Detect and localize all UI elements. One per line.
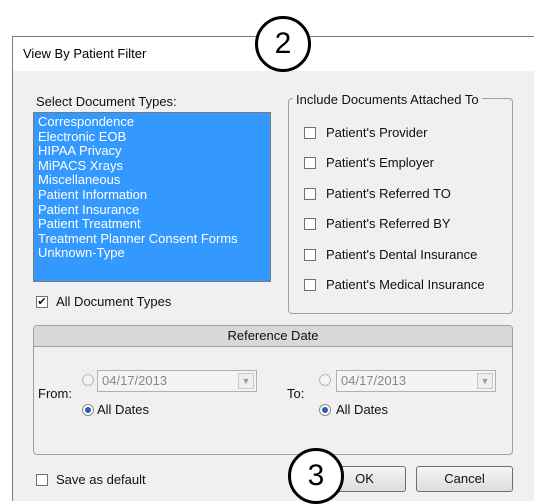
patients-employer-checkbox[interactable] [304, 157, 316, 169]
all-document-types-label: All Document Types [56, 294, 172, 309]
list-item[interactable]: Correspondence [38, 114, 266, 130]
cancel-button[interactable]: Cancel [416, 466, 513, 492]
to-label: To: [287, 386, 305, 401]
patients-referred-to-label: Patient's Referred TO [326, 186, 451, 201]
to-date-combo[interactable]: 04/17/2013 ▼ [336, 370, 496, 392]
doc-types-label: Select Document Types: [36, 94, 177, 109]
patients-referred-to-checkbox[interactable] [304, 188, 316, 200]
patients-referred-by-label: Patient's Referred BY [326, 216, 451, 231]
list-item[interactable]: Miscellaneous [38, 173, 266, 188]
list-item[interactable]: Treatment Planner Consent Forms [38, 231, 266, 247]
chevron-down-icon[interactable]: ▼ [238, 373, 254, 389]
save-as-default-checkbox[interactable] [36, 474, 48, 486]
to-date-value: 04/17/2013 [341, 373, 407, 388]
window-title: View By Patient Filter [23, 46, 147, 61]
patients-dental-insurance-checkbox[interactable] [304, 249, 316, 261]
list-item[interactable]: Unknown-Type [38, 246, 266, 261]
list-item[interactable]: Patient Treatment [38, 217, 266, 232]
attached-to-legend: Include Documents Attached To [293, 92, 482, 107]
from-all-dates-radio[interactable] [82, 404, 94, 416]
from-all-dates-label: All Dates [97, 402, 150, 417]
list-item[interactable]: Electronic EOB [38, 129, 266, 145]
reference-date-header: Reference Date [34, 326, 512, 347]
document-types-listbox[interactable]: Correspondence Electronic EOB HIPAA Priv… [33, 112, 271, 282]
patients-dental-insurance-label: Patient's Dental Insurance [326, 247, 478, 262]
patients-employer-label: Patient's Employer [326, 155, 434, 170]
from-date-value: 04/17/2013 [102, 373, 168, 388]
from-date-combo[interactable]: 04/17/2013 ▼ [97, 370, 257, 392]
patients-medical-insurance-label: Patient's Medical Insurance [326, 277, 485, 292]
from-label: From: [38, 386, 72, 401]
callout-badge: 3 [288, 448, 344, 504]
checkmark-icon: ✔ [37, 295, 47, 308]
patients-provider-label: Patient's Provider [326, 125, 428, 140]
callout-badge: 2 [255, 16, 311, 72]
patients-provider-checkbox[interactable] [304, 127, 316, 139]
all-document-types-checkbox[interactable]: ✔ [36, 296, 48, 308]
patients-referred-by-checkbox[interactable] [304, 218, 316, 230]
patients-medical-insurance-checkbox[interactable] [304, 279, 316, 291]
save-as-default-label: Save as default [56, 472, 146, 487]
to-all-dates-radio[interactable] [319, 404, 331, 416]
chevron-down-icon[interactable]: ▼ [477, 373, 493, 389]
list-item[interactable]: HIPAA Privacy [38, 144, 266, 159]
to-all-dates-label: All Dates [336, 402, 389, 417]
list-item[interactable]: Patient Insurance [38, 202, 266, 218]
to-date-radio[interactable] [319, 374, 331, 386]
list-item[interactable]: MiPACS Xrays [38, 158, 266, 174]
from-date-radio[interactable] [82, 374, 94, 386]
list-item[interactable]: Patient Information [38, 187, 266, 203]
